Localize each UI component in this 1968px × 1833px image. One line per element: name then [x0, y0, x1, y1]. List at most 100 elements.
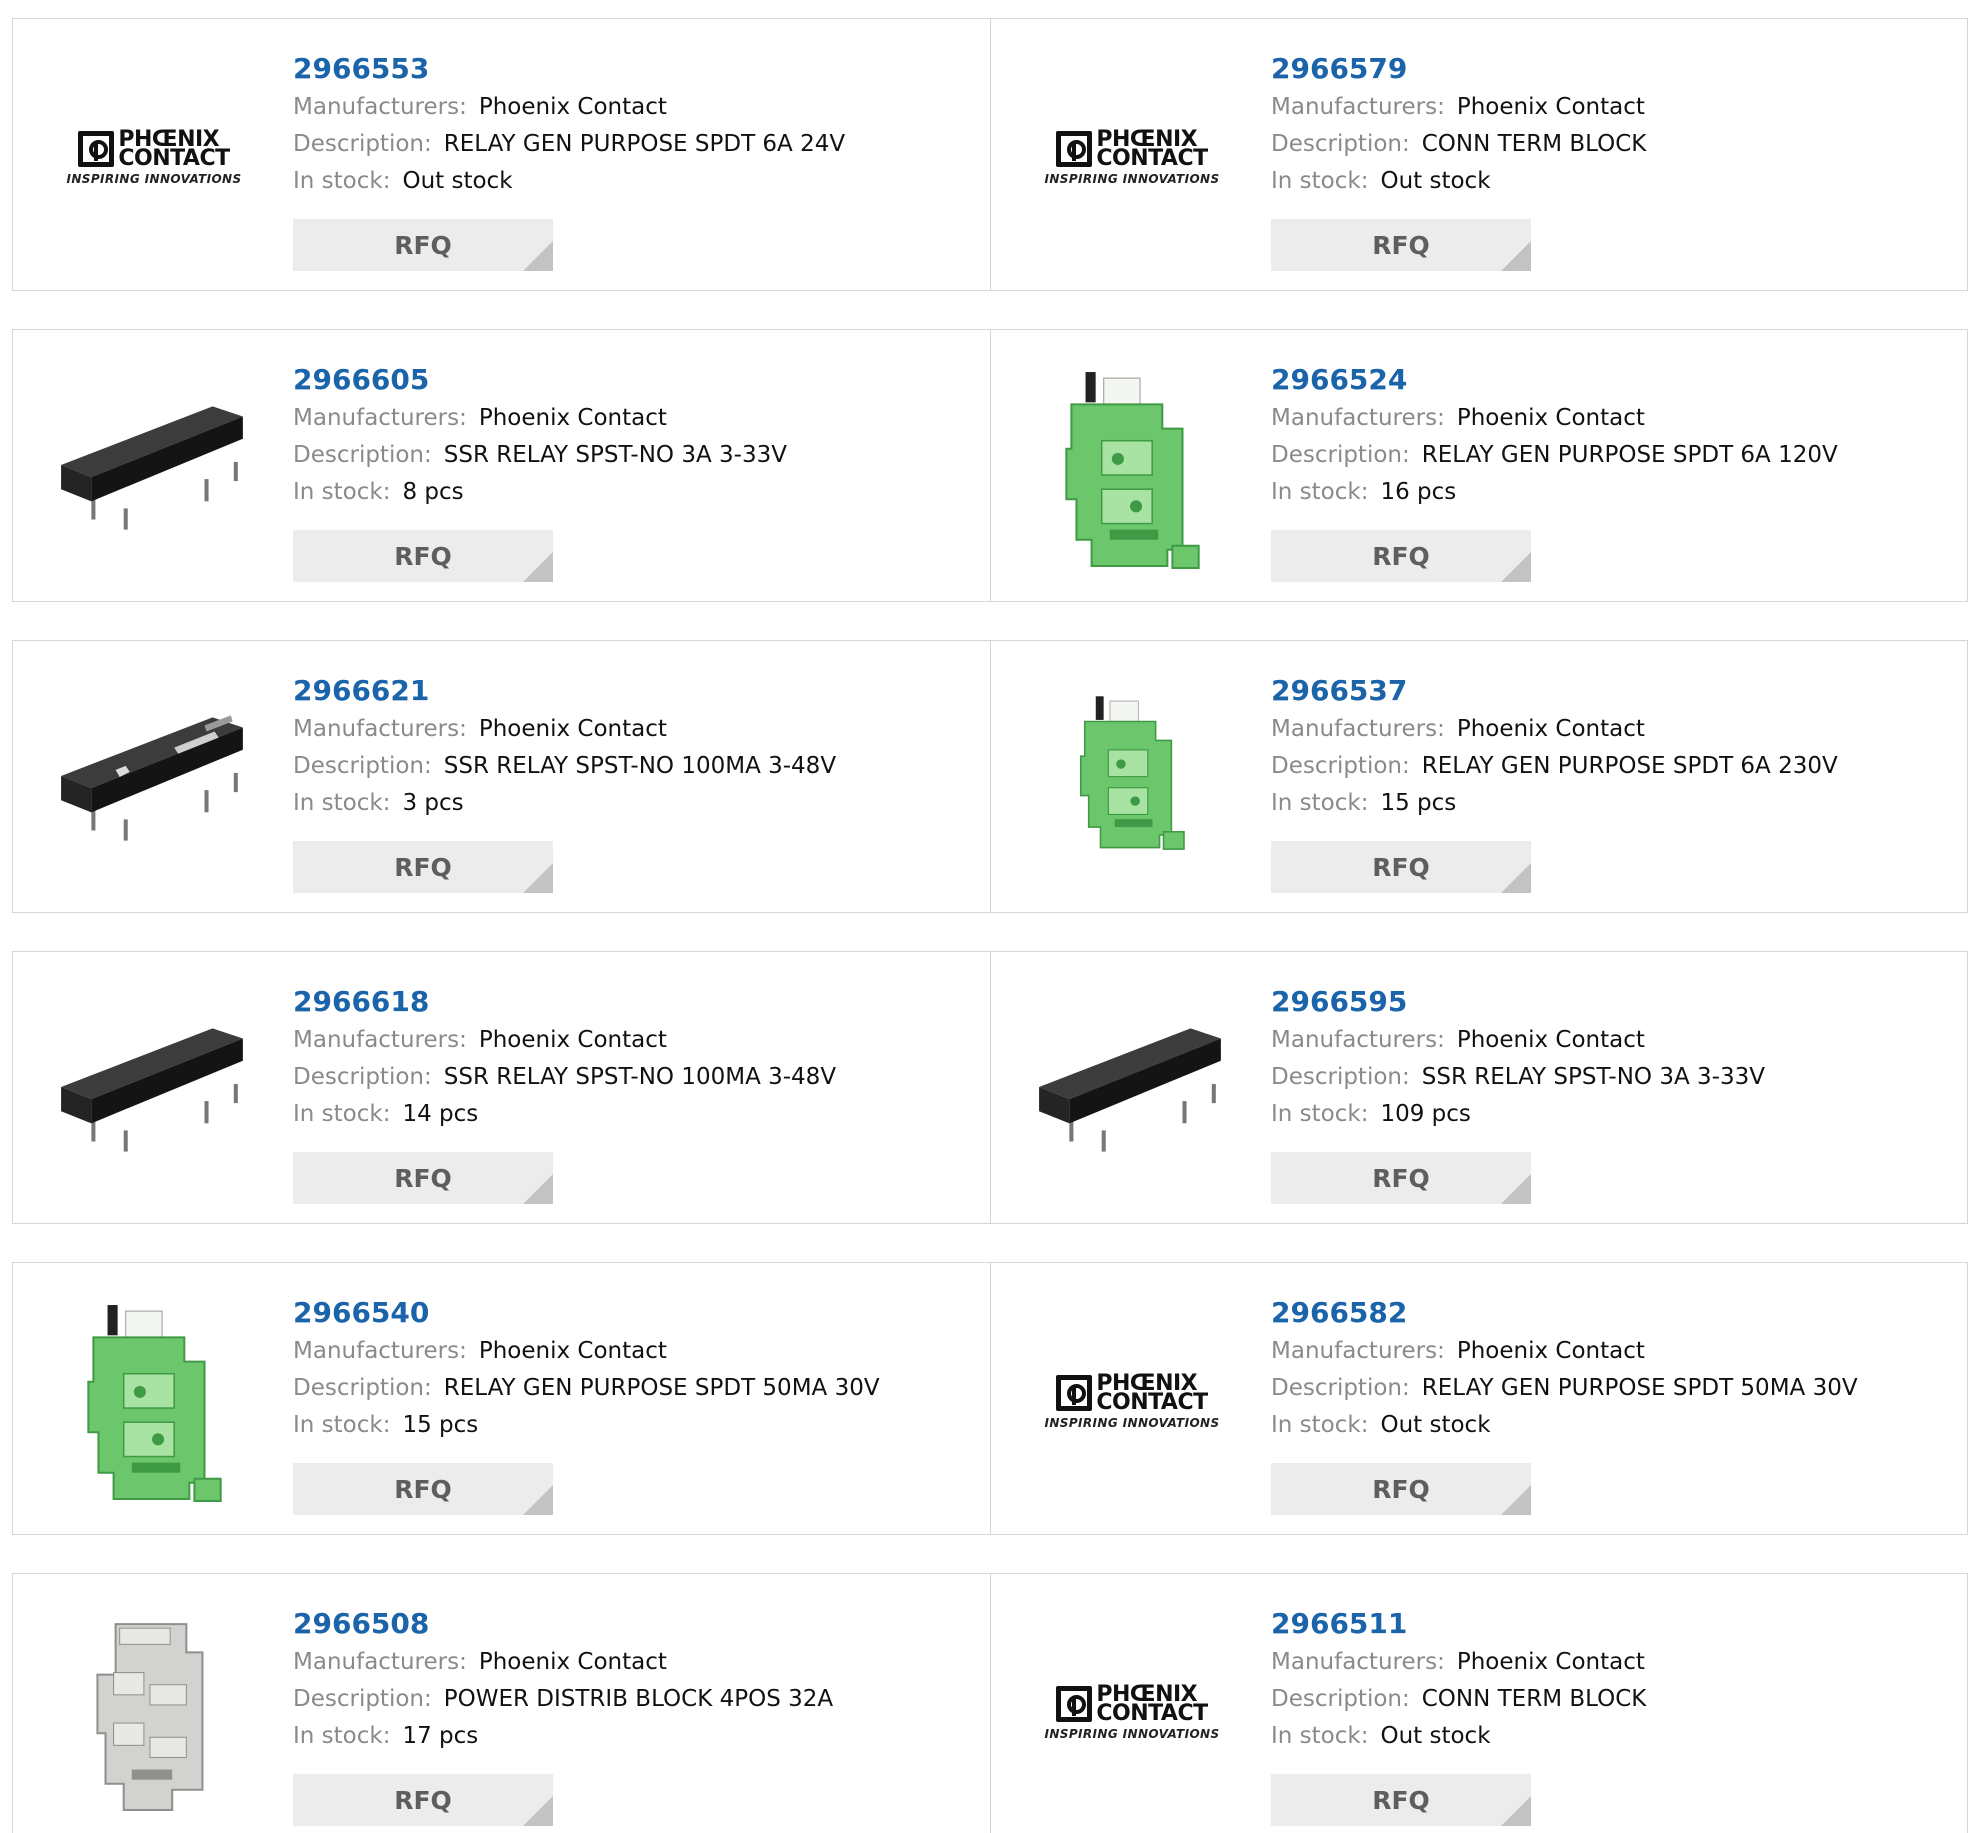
- description-value: SSR RELAY SPST-NO 100MA 3-48V: [443, 753, 837, 779]
- stock-label: In stock:: [293, 1412, 391, 1438]
- product-info: 2966579 Manufacturers: Phoenix Contact De…: [1271, 49, 1646, 200]
- stock-label: In stock:: [1271, 1101, 1369, 1127]
- stock-label: In stock:: [1271, 168, 1369, 194]
- rfq-label: RFQ: [394, 1474, 452, 1504]
- product-info: 2966605 Manufacturers: Phoenix Contact De…: [293, 360, 787, 511]
- rfq-button[interactable]: RFQ: [293, 1463, 553, 1515]
- product-image[interactable]: [53, 679, 255, 881]
- phoenix-logo-icon: [1056, 131, 1093, 167]
- product-card: PHŒNIX CONTACT INSPIRING INNOVATIONS 296…: [990, 19, 1968, 290]
- rfq-button[interactable]: RFQ: [293, 219, 553, 271]
- stock-label: In stock:: [1271, 790, 1369, 816]
- product-card: 2966618 Manufacturers: Phoenix Contact De…: [13, 952, 990, 1223]
- phoenix-logo-icon: [1056, 1686, 1093, 1722]
- stock-value: Out stock: [402, 168, 513, 194]
- part-number-link[interactable]: 2966508: [293, 1604, 833, 1644]
- product-row: 2966621 Manufacturers: Phoenix Contact De…: [12, 640, 1968, 913]
- rfq-label: RFQ: [394, 852, 452, 882]
- rfq-label: RFQ: [1372, 1474, 1430, 1504]
- stock-label: In stock:: [1271, 1412, 1369, 1438]
- product-row: 2966618 Manufacturers: Phoenix Contact De…: [12, 951, 1968, 1224]
- rfq-label: RFQ: [1372, 1163, 1430, 1193]
- rfq-button[interactable]: RFQ: [1271, 1774, 1531, 1826]
- green-relay-small-image: [1080, 696, 1185, 850]
- corner-triangle-icon: [523, 1485, 553, 1515]
- green-relay-image: [1065, 372, 1200, 569]
- stock-row: In stock: 15 pcs: [293, 1407, 880, 1444]
- description-row: Description: RELAY GEN PURPOSE SPDT 50MA …: [293, 1370, 880, 1407]
- description-row: Description: SSR RELAY SPST-NO 3A 3-33V: [293, 437, 787, 474]
- product-image[interactable]: [53, 990, 255, 1192]
- rfq-label: RFQ: [1372, 230, 1430, 260]
- logo-tagline: INSPIRING INNOVATIONS: [1044, 1416, 1220, 1430]
- description-row: Description: POWER DISTRIB BLOCK 4POS 32A: [293, 1681, 833, 1718]
- product-image[interactable]: [53, 1301, 255, 1503]
- rfq-label: RFQ: [394, 541, 452, 571]
- product-image[interactable]: PHŒNIX CONTACT INSPIRING INNOVATIONS: [1031, 1612, 1233, 1814]
- description-value: SSR RELAY SPST-NO 100MA 3-48V: [443, 1064, 837, 1090]
- description-label: Description:: [1271, 131, 1410, 157]
- rfq-button[interactable]: RFQ: [1271, 1152, 1531, 1204]
- corner-triangle-icon: [1501, 241, 1531, 271]
- stock-row: In stock: Out stock: [1271, 1407, 1858, 1444]
- part-number-link[interactable]: 2966582: [1271, 1293, 1858, 1333]
- description-row: Description: RELAY GEN PURPOSE SPDT 50MA …: [1271, 1370, 1858, 1407]
- part-number-link[interactable]: 2966524: [1271, 360, 1838, 400]
- part-number-link[interactable]: 2966579: [1271, 49, 1646, 89]
- rfq-button[interactable]: RFQ: [1271, 219, 1531, 271]
- description-value: CONN TERM BLOCK: [1421, 1686, 1647, 1712]
- manufacturer-value: Phoenix Contact: [1456, 405, 1645, 431]
- part-number-link[interactable]: 2966618: [293, 982, 836, 1022]
- logo-line-2: CONTACT: [1096, 1390, 1208, 1415]
- description-label: Description:: [1271, 1064, 1410, 1090]
- rfq-button[interactable]: RFQ: [293, 841, 553, 893]
- stock-value: Out stock: [1380, 168, 1491, 194]
- rfq-button[interactable]: RFQ: [293, 1152, 553, 1204]
- product-row: 2966540 Manufacturers: Phoenix Contact De…: [12, 1262, 1968, 1535]
- product-info: 2966537 Manufacturers: Phoenix Contact De…: [1271, 671, 1838, 822]
- part-number-link[interactable]: 2966511: [1271, 1604, 1646, 1644]
- logo-line-2: CONTACT: [1096, 146, 1208, 171]
- logo-line-2: CONTACT: [118, 146, 230, 171]
- part-number-link[interactable]: 2966605: [293, 360, 787, 400]
- product-info: 2966621 Manufacturers: Phoenix Contact De…: [293, 671, 836, 822]
- rfq-button[interactable]: RFQ: [1271, 1463, 1531, 1515]
- manufacturer-label: Manufacturers:: [293, 1649, 467, 1675]
- rfq-button[interactable]: RFQ: [293, 530, 553, 582]
- description-label: Description:: [293, 1064, 432, 1090]
- part-number-link[interactable]: 2966595: [1271, 982, 1765, 1022]
- product-image[interactable]: PHŒNIX CONTACT INSPIRING INNOVATIONS: [1031, 1301, 1233, 1503]
- part-number-link[interactable]: 2966540: [293, 1293, 880, 1333]
- rfq-button[interactable]: RFQ: [1271, 530, 1531, 582]
- stock-label: In stock:: [1271, 479, 1369, 505]
- rfq-button[interactable]: RFQ: [293, 1774, 553, 1826]
- product-image[interactable]: [1031, 679, 1233, 881]
- product-info: 2966553 Manufacturers: Phoenix Contact De…: [293, 49, 845, 200]
- product-info: 2966618 Manufacturers: Phoenix Contact De…: [293, 982, 836, 1133]
- manufacturer-row: Manufacturers: Phoenix Contact: [293, 400, 787, 437]
- description-row: Description: RELAY GEN PURPOSE SPDT 6A 24…: [293, 126, 845, 163]
- product-image[interactable]: [1031, 990, 1233, 1192]
- product-image[interactable]: [53, 1612, 255, 1814]
- manufacturer-label: Manufacturers:: [293, 716, 467, 742]
- product-image[interactable]: PHŒNIX CONTACT INSPIRING INNOVATIONS: [1031, 57, 1233, 259]
- description-label: Description:: [293, 1375, 432, 1401]
- corner-triangle-icon: [523, 1174, 553, 1204]
- stock-label: In stock:: [293, 1723, 391, 1749]
- stock-row: In stock: 15 pcs: [1271, 785, 1838, 822]
- product-image[interactable]: [1031, 368, 1233, 570]
- product-image[interactable]: [53, 368, 255, 570]
- part-number-link[interactable]: 2966553: [293, 49, 845, 89]
- product-row: 2966508 Manufacturers: Phoenix Contact De…: [12, 1573, 1968, 1833]
- part-number-link[interactable]: 2966621: [293, 671, 836, 711]
- rfq-label: RFQ: [1372, 852, 1430, 882]
- stock-label: In stock:: [293, 790, 391, 816]
- description-label: Description:: [293, 442, 432, 468]
- logo-tagline: INSPIRING INNOVATIONS: [1044, 172, 1220, 186]
- description-value: POWER DISTRIB BLOCK 4POS 32A: [443, 1686, 834, 1712]
- description-row: Description: SSR RELAY SPST-NO 3A 3-33V: [1271, 1059, 1765, 1096]
- part-number-link[interactable]: 2966537: [1271, 671, 1838, 711]
- product-image[interactable]: PHŒNIX CONTACT INSPIRING INNOVATIONS: [53, 57, 255, 259]
- description-value: SSR RELAY SPST-NO 3A 3-33V: [443, 442, 787, 468]
- rfq-button[interactable]: RFQ: [1271, 841, 1531, 893]
